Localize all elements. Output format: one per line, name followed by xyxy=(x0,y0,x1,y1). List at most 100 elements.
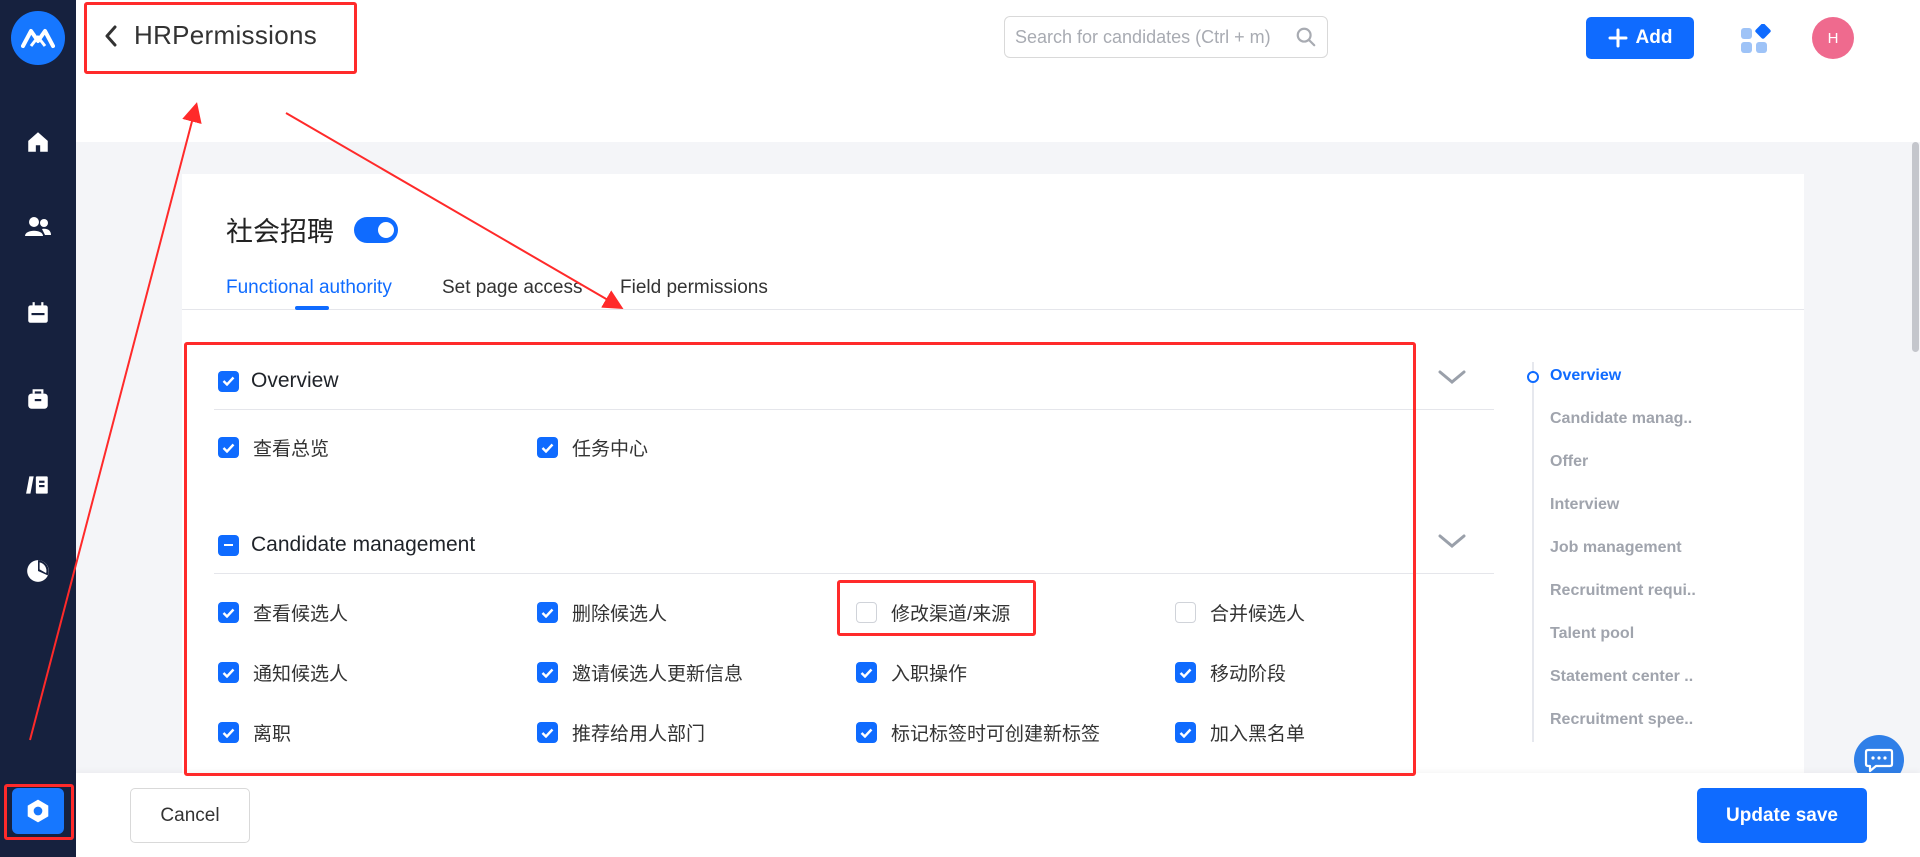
anchor-nav-dot xyxy=(1527,371,1539,383)
permission-checkbox[interactable] xyxy=(856,662,877,683)
home-icon[interactable] xyxy=(22,126,54,158)
book-icon[interactable] xyxy=(22,469,54,501)
sidebar xyxy=(0,0,76,857)
search-icon[interactable] xyxy=(1295,26,1317,48)
permission-item[interactable]: 任务中心 xyxy=(537,434,648,461)
check-icon xyxy=(541,443,554,453)
check-icon xyxy=(860,668,873,678)
permission-checkbox[interactable] xyxy=(218,662,239,683)
tab-active-indicator xyxy=(295,306,329,310)
anchor-nav-track xyxy=(1532,362,1534,742)
permission-checkbox[interactable] xyxy=(856,722,877,743)
users-icon[interactable] xyxy=(22,211,54,243)
check-icon xyxy=(1179,728,1192,738)
permission-item[interactable]: 查看总览 xyxy=(218,434,329,461)
permission-label: 任务中心 xyxy=(572,439,649,460)
permission-checkbox[interactable] xyxy=(537,602,558,623)
chevron-down-icon[interactable] xyxy=(1437,531,1467,551)
chevron-down-icon[interactable] xyxy=(1437,367,1467,387)
check-icon xyxy=(222,608,235,618)
anchor-statement-center[interactable]: Statement center .. xyxy=(1550,668,1693,686)
permission-item[interactable]: 移动阶段 xyxy=(1175,659,1286,686)
permission-checkbox[interactable] xyxy=(1175,722,1196,743)
permission-checkbox[interactable] xyxy=(537,437,558,458)
permission-checkbox[interactable] xyxy=(856,602,877,623)
permission-item[interactable]: 修改渠道/来源 xyxy=(856,599,1010,626)
anchor-offer[interactable]: Offer xyxy=(1550,453,1588,471)
tab-functional-authority[interactable]: Functional authority xyxy=(226,277,392,299)
permission-checkbox[interactable] xyxy=(1175,602,1196,623)
scrollbar-thumb[interactable] xyxy=(1912,142,1919,352)
check-icon xyxy=(541,608,554,618)
permission-item[interactable]: 标记标签时可创建新标签 xyxy=(856,719,1100,746)
permission-label: 修改渠道/来源 xyxy=(891,604,1011,625)
tab-bar: Functional authority Set page access Fie… xyxy=(182,270,1804,310)
section-divider xyxy=(214,573,1494,574)
permission-label: 合并候选人 xyxy=(1210,604,1306,625)
permission-label: 通知候选人 xyxy=(253,664,349,685)
permission-item[interactable]: 推荐给用人部门 xyxy=(537,719,705,746)
anchor-interview[interactable]: Interview xyxy=(1550,496,1619,514)
permission-label: 离职 xyxy=(253,724,292,745)
apps-icon[interactable] xyxy=(1740,23,1772,56)
recruitment-toggle[interactable] xyxy=(354,216,398,243)
permission-checkbox[interactable] xyxy=(1175,662,1196,683)
permission-item[interactable]: 删除候选人 xyxy=(537,599,667,626)
permission-label: 查看候选人 xyxy=(253,604,349,625)
check-icon xyxy=(222,668,235,678)
section-overview-checkbox[interactable] xyxy=(218,370,239,392)
anchor-candidate-management[interactable]: Candidate manag.. xyxy=(1550,410,1692,428)
search-input[interactable] xyxy=(1015,26,1295,48)
pie-chart-icon[interactable] xyxy=(22,555,54,587)
calendar-icon[interactable] xyxy=(22,297,54,329)
section-candidate-title: Candidate management xyxy=(251,533,476,556)
search-box xyxy=(1004,16,1328,58)
permission-item[interactable]: 离职 xyxy=(218,719,291,746)
briefcase-icon[interactable] xyxy=(22,383,54,415)
check-icon xyxy=(541,728,554,738)
permission-label: 查看总览 xyxy=(253,439,330,460)
section-overview-header: Overview xyxy=(218,369,339,393)
tab-set-page-access[interactable]: Set page access xyxy=(442,277,582,299)
permission-item[interactable]: 合并候选人 xyxy=(1175,599,1305,626)
permission-checkbox[interactable] xyxy=(218,602,239,623)
check-icon xyxy=(222,443,235,453)
anchor-recruitment-requirements[interactable]: Recruitment requi.. xyxy=(1550,582,1696,600)
permission-label: 加入黑名单 xyxy=(1210,724,1306,745)
permission-item[interactable]: 入职操作 xyxy=(856,659,967,686)
permission-item[interactable]: 加入黑名单 xyxy=(1175,719,1305,746)
back-button[interactable]: HRPermissions xyxy=(104,20,317,51)
update-save-button[interactable]: Update save xyxy=(1697,788,1867,843)
anchor-talent-pool[interactable]: Talent pool xyxy=(1550,625,1634,643)
avatar[interactable]: H xyxy=(1812,17,1854,59)
cancel-button[interactable]: Cancel xyxy=(130,788,250,843)
permission-label: 标记标签时可创建新标签 xyxy=(891,724,1101,745)
logo-icon[interactable] xyxy=(11,11,65,65)
permission-item[interactable]: 邀请候选人更新信息 xyxy=(537,659,743,686)
tab-field-permissions[interactable]: Field permissions xyxy=(620,277,768,299)
permission-checkbox[interactable] xyxy=(537,662,558,683)
permission-label: 删除候选人 xyxy=(572,604,668,625)
anchor-overview[interactable]: Overview xyxy=(1550,367,1621,385)
anchor-recruitment-speed[interactable]: Recruitment spee.. xyxy=(1550,711,1693,729)
check-icon xyxy=(1179,668,1192,678)
settings-icon[interactable] xyxy=(12,788,64,834)
section-candidate-header: Candidate management xyxy=(218,533,475,557)
permission-checkbox[interactable] xyxy=(218,437,239,458)
anchor-job-management[interactable]: Job management xyxy=(1550,539,1682,557)
plus-icon xyxy=(1608,28,1628,48)
permission-label: 推荐给用人部门 xyxy=(572,724,706,745)
permission-item[interactable]: 查看候选人 xyxy=(218,599,348,626)
chat-icon xyxy=(1864,748,1894,773)
permission-label: 移动阶段 xyxy=(1210,664,1287,685)
add-button[interactable]: Add xyxy=(1586,17,1694,59)
page-title: HRPermissions xyxy=(134,20,318,50)
permission-checkbox[interactable] xyxy=(537,722,558,743)
section-candidate-checkbox[interactable] xyxy=(218,534,239,556)
check-icon xyxy=(222,376,235,386)
permission-checkbox[interactable] xyxy=(218,722,239,743)
permission-item[interactable]: 通知候选人 xyxy=(218,659,348,686)
check-icon xyxy=(860,728,873,738)
footer-bar xyxy=(76,773,1920,857)
chevron-left-icon xyxy=(105,25,117,46)
